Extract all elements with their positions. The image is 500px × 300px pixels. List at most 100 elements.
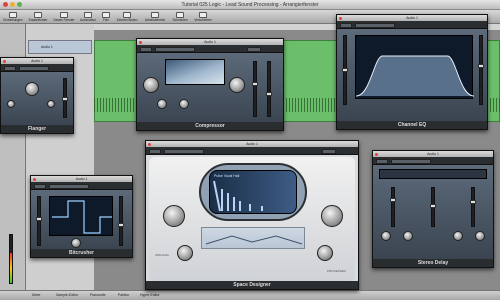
preset-field[interactable] [49,183,89,189]
space-designer-plugin-window: Audio 1 Pulse Vocal Hall ORIGINAL PROCES… [145,140,359,290]
preset-menu[interactable] [140,46,152,52]
plugin-header [146,147,358,155]
eq-display[interactable] [355,35,475,99]
right-feedback-knob[interactable] [475,231,485,241]
intensity-knob[interactable] [7,100,15,108]
toolbar-item-workspace[interactable]: Arbeitsbereich [142,12,168,22]
output-knob[interactable] [163,205,185,227]
right-delay-fader[interactable] [470,187,476,227]
gain-fader[interactable] [252,61,258,117]
toolbar-item-replacement-window[interactable]: Ersatzfenster [26,12,50,22]
rev-knob[interactable] [317,245,333,261]
output-fader[interactable] [266,61,272,117]
inspector-fader[interactable] [9,234,13,284]
flanger-controls [1,72,73,127]
preset-field[interactable] [164,148,204,154]
left-delay-fader[interactable] [390,187,396,227]
close-icon[interactable] [33,177,36,181]
left-feedback-knob[interactable] [381,231,391,241]
stereo-delay-plugin-window: Audio 1 Stereo Delay [372,150,494,268]
tab-mixer[interactable]: Mixer [32,293,41,297]
preset-menu[interactable] [149,148,161,154]
preset-field[interactable] [355,22,395,28]
compare-button[interactable] [322,148,336,154]
eq-curve [355,55,475,97]
level-meter [10,253,12,283]
window-titlebar: Tutorial 025 Logic - Lead Sound Processi… [0,0,500,10]
filter-panel [201,227,305,249]
drive-fader[interactable] [36,196,42,246]
channel-eq-controls [337,29,487,123]
compressor-controls [137,53,283,124]
filter-curve [205,235,303,245]
clip-knob[interactable] [71,238,81,248]
compare-button[interactable] [247,46,261,52]
space-designer-body: Pulse Vocal Hall ORIGINAL PROCESSED [149,157,355,281]
tab-piano-roll[interactable]: Pianorolle [90,293,106,297]
plugin-name: Bitcrusher [31,249,132,257]
tab-sample-editor[interactable]: Sample-Editor [56,293,78,297]
release-knob[interactable] [179,99,189,109]
preset-menu[interactable] [34,183,46,189]
bit-output-fader[interactable] [118,196,124,246]
toolbar-item-automation[interactable]: Automation [78,12,98,22]
threshold-knob[interactable] [143,77,159,93]
crush-waveform [52,200,112,234]
plugin-name: Channel EQ [337,121,487,129]
toolbar-item-settings[interactable]: Einstellungen [2,12,24,22]
feedback-knob[interactable] [47,100,55,108]
compression-curve-display [165,59,225,85]
waveform-display [49,196,113,236]
preset-field[interactable] [391,158,431,164]
toolbar-item-move[interactable]: Verschieben [192,12,214,22]
tab-score[interactable]: Partitur [118,293,129,297]
toolbar-item-notation[interactable]: Zeichen/Noten [114,12,140,22]
crossfeed-fader[interactable] [430,187,436,227]
bitcrusher-plugin-window: Audio 1 Bitcrusher [30,175,133,258]
preset-field[interactable] [155,46,195,52]
original-label: ORIGINAL [155,253,170,257]
ir-display-frame: Pulse Vocal Hall [199,163,307,221]
ir-display[interactable]: Pulse Vocal Hall [209,170,297,214]
tempo-display [379,169,487,179]
window-title: Tutorial 025 Logic - Lead Sound Processi… [181,2,319,8]
ratio-knob[interactable] [229,77,245,93]
toolbar-item-new-window[interactable]: Neues Fenster [52,12,76,22]
tab-hyper-editor[interactable]: Hyper-Editor [140,293,160,297]
processed-label: PROCESSED [327,269,346,273]
channel-eq-plugin-window: Audio 1 Channel EQ [336,14,488,130]
compressor-plugin-window: Audio 1 Compressor [136,38,284,131]
left-lowcut-knob[interactable] [403,231,413,241]
close-icon[interactable] [339,16,342,20]
attack-knob[interactable] [157,99,167,109]
bitcrusher-controls [31,190,132,251]
close-icon[interactable] [148,142,151,146]
predelay-knob[interactable] [321,205,343,227]
mix-fader[interactable] [62,78,68,118]
preset-menu[interactable] [4,65,16,71]
plugin-name: Stereo Delay [373,259,493,267]
preset-readout: Pulse Vocal Hall [214,174,240,178]
eq-output-fader[interactable] [478,35,484,105]
preset-menu[interactable] [376,158,388,164]
bottom-bar: Mixer Sample-Editor Pianorolle Partitur … [0,290,500,300]
preset-menu[interactable] [340,22,352,28]
rate-knob[interactable] [25,82,39,96]
plugin-name: Flanger [1,125,73,133]
eq-gain-fader[interactable] [342,35,348,105]
plugin-name: Space Designer [146,281,358,289]
track-header[interactable]: Audio 1 [28,40,92,54]
close-icon[interactable] [139,40,142,44]
right-lowcut-knob[interactable] [453,231,463,241]
plugin-name: Compressor [137,122,283,130]
stereo-delay-controls [373,165,493,261]
toolbar-item-cut[interactable]: Schneiden [170,12,190,22]
dry-knob[interactable] [177,245,193,261]
plugin-header [137,45,283,53]
plugin-header [337,21,487,29]
toolbar-item-flex[interactable]: Flex [100,12,112,22]
close-icon[interactable] [3,59,6,63]
plugin-header [1,64,73,72]
preset-field[interactable] [19,65,49,71]
close-icon[interactable] [375,152,378,156]
